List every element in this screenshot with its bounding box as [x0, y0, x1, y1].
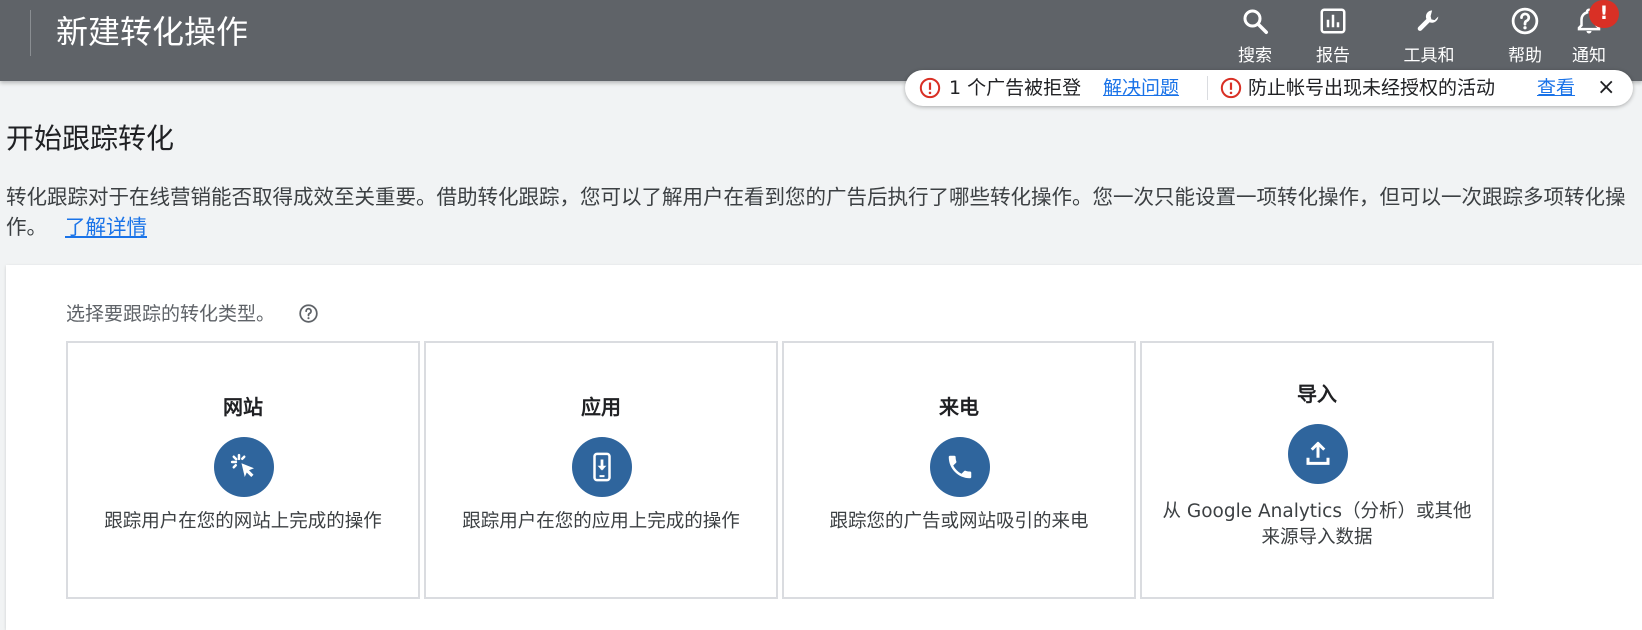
disapproved-ads-text: 1 个广告被拒登 — [949, 77, 1082, 99]
bar-chart-icon — [1320, 8, 1346, 34]
alert-separator — [1207, 76, 1208, 100]
title-divider — [30, 10, 31, 56]
card-description: 跟踪用户在您的应用上完成的操作 — [462, 511, 740, 532]
card-description: 跟踪用户在您的网站上完成的操作 — [104, 511, 382, 532]
conversion-type-prompt: 选择要跟踪的转化类型。 — [66, 303, 276, 325]
card-title: 应用 — [581, 395, 621, 419]
card-title: 导入 — [1297, 382, 1337, 406]
help-icon — [1511, 7, 1539, 35]
website-conversion-card[interactable]: 网站 跟踪用户在您的网站上完成的操作 — [66, 341, 420, 599]
import-conversion-card[interactable]: 导入 从 Google Analytics（分析）或其他 来源导入数据 — [1140, 341, 1494, 599]
card-title: 网站 — [223, 395, 263, 419]
phone-call-conversion-card[interactable]: 来电 跟踪您的广告或网站吸引的来电 — [782, 341, 1136, 599]
view-link[interactable]: 查看 — [1537, 75, 1575, 101]
tools-nav-button[interactable]: 工具和 — [1394, 4, 1464, 76]
wrench-icon — [1417, 10, 1439, 31]
card-description: 从 Google Analytics（分析）或其他 来源导入数据 — [1152, 499, 1482, 551]
card-description-line1: 从 Google Analytics（分析）或其他 — [1162, 501, 1472, 522]
close-alerts-button[interactable]: × — [1597, 75, 1615, 101]
error-icon — [919, 77, 941, 99]
upload-icon — [1288, 424, 1348, 484]
phone-call-icon — [930, 437, 990, 497]
search-nav-button[interactable]: 搜索 — [1220, 4, 1290, 76]
card-description-line2: 来源导入数据 — [1261, 527, 1373, 548]
fix-issues-link[interactable]: 解决问题 — [1103, 75, 1179, 101]
notification-badge: ! — [1589, 0, 1619, 28]
page-description: 转化跟踪对于在线营销能否取得成效至关重要。借助转化跟踪，您可以了解用户在看到您的… — [6, 182, 1636, 242]
page-header-title: 新建转化操作 — [56, 13, 249, 51]
search-icon — [1243, 9, 1268, 34]
search-nav-label: 搜索 — [1238, 46, 1272, 66]
unauthorized-activity-text: 防止帐号出现未经授权的活动 — [1248, 77, 1496, 99]
alert-bar: 1 个广告被拒登 解决问题 防止帐号出现未经授权的活动 查看 × — [905, 70, 1633, 106]
page-title: 开始跟踪转化 — [6, 122, 175, 155]
description-text: 转化跟踪对于在线营销能否取得成效至关重要。借助转化跟踪，您可以了解用户在看到您的… — [6, 185, 1626, 239]
card-title: 来电 — [939, 395, 979, 419]
tools-nav-label: 工具和 — [1403, 46, 1455, 66]
reports-nav-button[interactable]: 报告 — [1298, 4, 1368, 76]
error-icon — [1220, 77, 1242, 99]
help-nav-label: 帮助 — [1508, 46, 1542, 66]
learn-more-link[interactable]: 了解详情 — [65, 215, 147, 239]
top-app-bar: 新建转化操作 搜索 报告 工具和 帮助 通知 ! — [0, 0, 1642, 81]
help-nav-button[interactable]: 帮助 — [1490, 4, 1560, 76]
reports-nav-label: 报告 — [1316, 46, 1350, 66]
conversion-type-panel: 选择要跟踪的转化类型。 网站 跟踪用户在您的网站上完成的操作 应用 跟踪用户在您… — [6, 265, 1642, 630]
app-conversion-card[interactable]: 应用 跟踪用户在您的应用上完成的操作 — [424, 341, 778, 599]
phone-download-icon — [572, 437, 632, 497]
notifications-nav-label: 通知 — [1572, 46, 1606, 66]
help-icon[interactable] — [298, 303, 319, 324]
cursor-click-icon — [214, 437, 274, 497]
card-description: 跟踪您的广告或网站吸引的来电 — [829, 511, 1089, 532]
